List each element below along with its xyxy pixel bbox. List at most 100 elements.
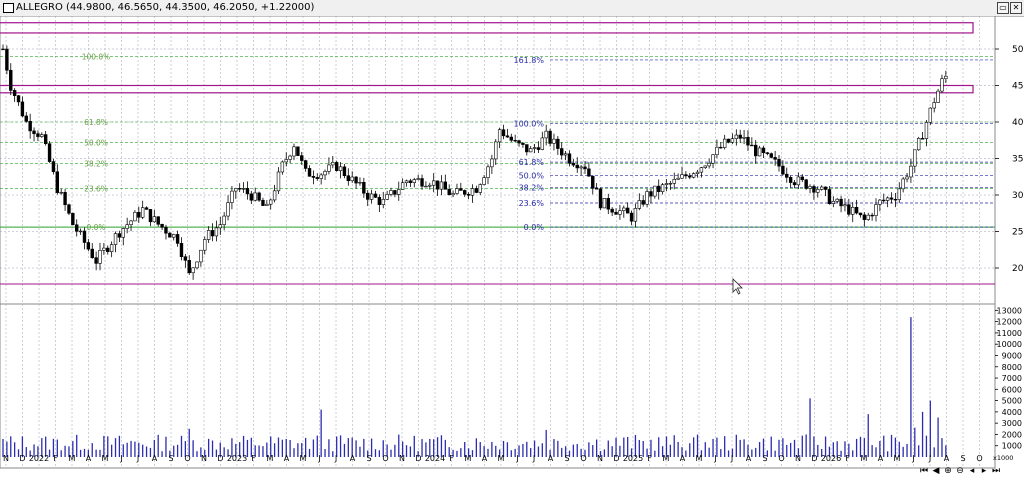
x-tick-label: D [613, 454, 619, 463]
candle-body [338, 166, 343, 171]
candle-body [300, 155, 304, 161]
candle-body [532, 147, 537, 149]
candle-body [106, 247, 110, 252]
candle-body [133, 211, 137, 222]
candle-body [505, 135, 510, 138]
volume-tick-label: 11000 [997, 329, 1022, 338]
x-tick-label: M [465, 454, 472, 463]
candle-body [40, 134, 44, 137]
close-button[interactable]: ✕ [1010, 2, 1022, 14]
candle-body [936, 90, 940, 103]
candle-body [750, 144, 754, 147]
candle-body [587, 168, 591, 177]
fib-label-blue: 23.6% [519, 199, 545, 208]
candle-body [633, 208, 638, 222]
x-tick-label: N [201, 454, 207, 463]
x-tick-label: 2026 [821, 454, 841, 463]
candle-body [509, 136, 513, 141]
minimize-button[interactable]: ▭ [997, 2, 1009, 14]
x-tick-label: J [136, 454, 139, 463]
candle-body [552, 138, 556, 144]
first-icon[interactable]: ⏮ [919, 466, 929, 477]
candle-body [296, 146, 300, 156]
x-tick-label: M [663, 454, 670, 463]
candle-body [362, 182, 366, 194]
candle-body [102, 247, 106, 251]
candle-body [319, 174, 323, 179]
x-tick-label: D [19, 454, 25, 463]
candle-body [342, 166, 347, 177]
candle-body [90, 248, 94, 258]
candle-body [897, 188, 901, 200]
fib-label-blue: 61.8% [519, 158, 545, 167]
x-tick-label: 2025 [623, 454, 643, 463]
candle-body [381, 199, 385, 205]
candle-body [377, 197, 382, 205]
candle-body [920, 138, 925, 140]
next-page-icon[interactable]: ▸ [979, 466, 989, 477]
candle-body [944, 75, 948, 80]
candle-body [746, 137, 750, 146]
candle-body [738, 134, 742, 139]
candle-body [839, 198, 843, 207]
x-tick-label: J [713, 454, 716, 463]
price-volume-chart: 100.0% 61.8% 50.0% 38.2% 23.6% 0.0% 161.8% 100.… [0, 16, 1024, 469]
candle-body [544, 130, 548, 139]
price-tick-label: 40 [1012, 118, 1024, 128]
x-tick-label: M [498, 454, 505, 463]
candle-body [160, 223, 164, 228]
zoom-out-icon[interactable]: ⊖ [955, 466, 965, 477]
candle-body [719, 146, 723, 149]
candle-body [237, 188, 242, 190]
candle-body [366, 192, 370, 200]
candle-body [726, 138, 731, 143]
candle-body [854, 207, 859, 214]
candle-body [614, 211, 618, 215]
x-tick-label: N [597, 454, 603, 463]
volume-tick-label: 13000 [997, 306, 1022, 315]
candle-body [800, 176, 804, 181]
candle-body [331, 162, 335, 166]
candle-body [497, 129, 502, 143]
candle-body [835, 198, 839, 202]
candle-body [288, 155, 292, 160]
candle-body [715, 146, 719, 156]
candle-body [657, 185, 661, 192]
x-tick-label: O [184, 454, 190, 463]
window-icon [3, 3, 14, 13]
zoom-in-icon[interactable]: ⊕ [943, 466, 953, 477]
candle-body [913, 149, 917, 167]
candle-body [641, 200, 645, 205]
candle-body [63, 192, 67, 206]
x-tick-label: J [119, 454, 122, 463]
candle-body [199, 249, 203, 263]
fib-label-green: 0.0% [86, 223, 105, 232]
prev-page-icon[interactable]: ◂ [967, 466, 977, 477]
last-icon[interactable]: ⏭ [991, 466, 1001, 477]
candle-body [560, 148, 564, 156]
candle-body [369, 193, 374, 200]
candle-body [284, 159, 288, 163]
candle-body [140, 207, 145, 218]
candle-body [827, 189, 832, 204]
x-tick-label: M [300, 454, 307, 463]
candle-body [230, 190, 234, 203]
candle-body [195, 261, 199, 269]
candle-body [575, 164, 579, 169]
candle-body [591, 175, 595, 189]
candle-body [156, 216, 160, 225]
x-tick-label: A [350, 454, 356, 463]
fib-label-blue: 38.2% [519, 184, 545, 193]
candle-body [435, 180, 440, 190]
candle-body [346, 175, 351, 182]
candle-body [482, 177, 486, 185]
candle-body [385, 194, 389, 200]
candle-body [757, 147, 762, 157]
candle-body [769, 153, 773, 158]
candle-body [501, 129, 506, 137]
prev-icon[interactable]: ◀ [931, 466, 941, 477]
candle-body [540, 137, 545, 150]
candle-body [940, 78, 944, 92]
candle-body [164, 226, 168, 234]
candle-body [350, 176, 354, 182]
